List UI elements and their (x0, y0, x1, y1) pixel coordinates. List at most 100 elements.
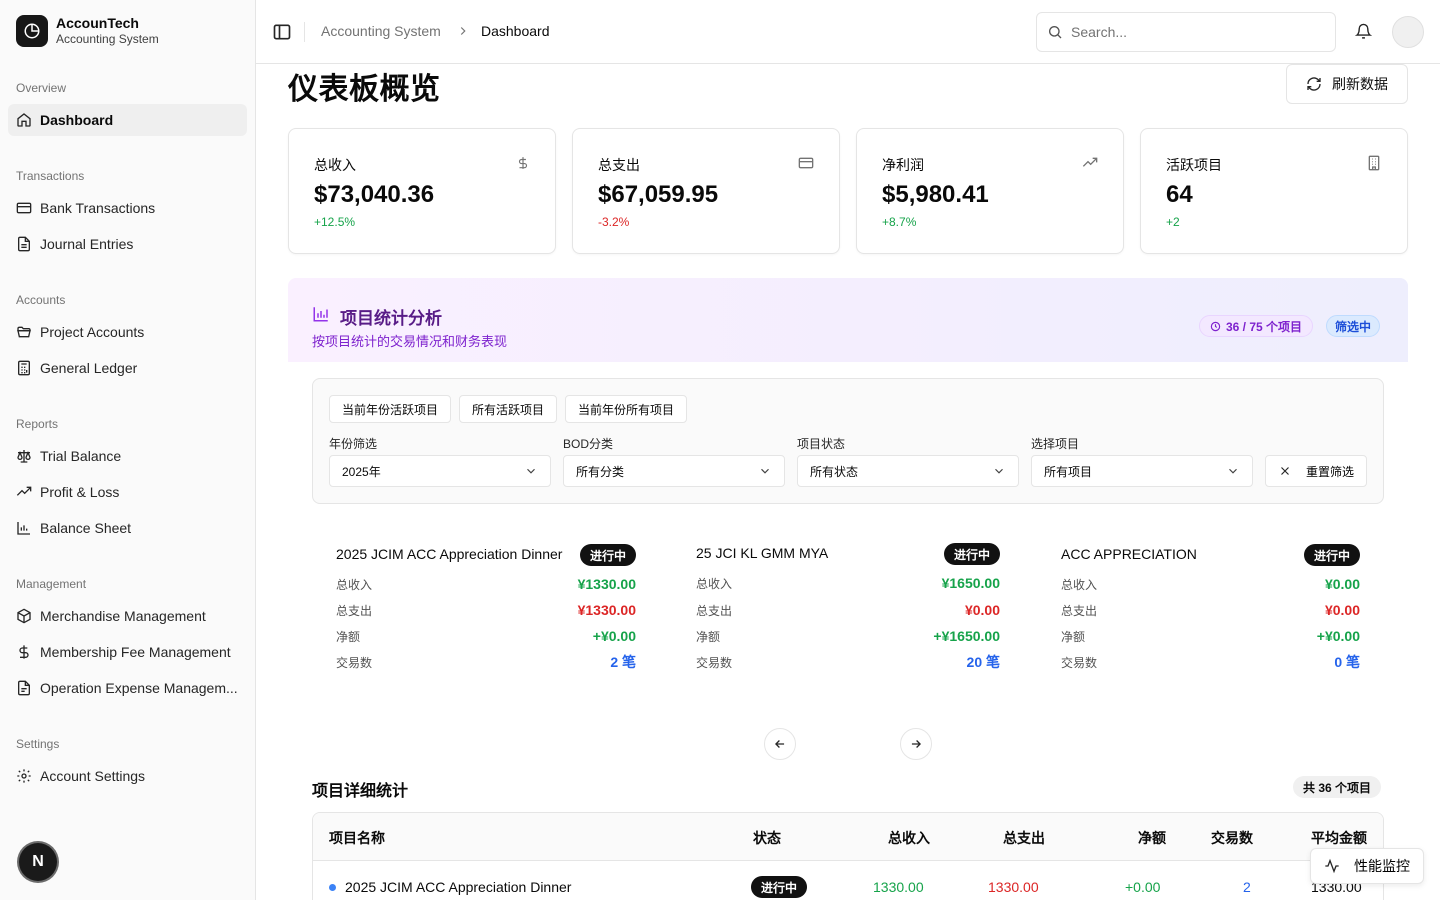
close-icon (1281, 467, 1289, 475)
project-select-value: 所有项目 (1044, 464, 1093, 479)
sidebar-item-balance-sheet[interactable]: Balance Sheet (8, 512, 247, 544)
carousel-next-button[interactable] (900, 728, 932, 760)
bar-chart-icon (313, 307, 328, 322)
year-select[interactable]: 2025年 (329, 455, 551, 487)
carousel-prev-button[interactable] (764, 728, 796, 760)
analysis-subtitle: 按项目统计的交易情况和财务表现 (312, 334, 508, 349)
column-header-status[interactable]: 状态 (753, 828, 781, 848)
stat-card-expense: 总支出 $67,059.95 -3.2% (572, 128, 840, 254)
column-header-avg[interactable]: 平均金额 (1311, 828, 1367, 848)
row-net: +0.00 (1125, 879, 1161, 895)
refresh-label: 刷新数据 (1332, 76, 1388, 92)
project-filter-label: 选择项目 (1031, 437, 1080, 451)
brand[interactable]: AccounTech Accounting System (16, 15, 159, 47)
project-card-name: ACC APPRECIATION (1061, 546, 1197, 562)
net-value: +¥1650.00 (933, 628, 1000, 644)
sidebar-item-label: Balance Sheet (40, 520, 132, 536)
divider (304, 22, 305, 42)
breadcrumb-accounting-system[interactable]: Accounting System (321, 23, 441, 39)
net-label: 净额 (336, 629, 361, 644)
gear-icon (17, 769, 31, 783)
user-avatar[interactable]: N (19, 843, 57, 881)
column-header-name[interactable]: 项目名称 (329, 828, 385, 848)
arrow-left-icon (775, 740, 785, 748)
refresh-button[interactable]: 刷新数据 (1286, 64, 1408, 104)
sidebar-item-merchandise[interactable]: Merchandise Management (8, 600, 247, 632)
stat-value: 64 (1166, 181, 1193, 208)
nav-group-settings: Settings (16, 737, 60, 751)
performance-monitor-button[interactable]: 性能监控 (1310, 848, 1424, 884)
scale-icon (17, 450, 31, 463)
expense-value: ¥0.00 (1324, 602, 1360, 618)
column-header-expense[interactable]: 总支出 (1003, 828, 1045, 848)
row-expense: 1330.00 (988, 879, 1039, 895)
main-content: 仪表板概览 刷新数据 总收入 $73,040.36 +12.5% 总支出 $67… (256, 64, 1440, 900)
count-value: 0 笔 (1334, 654, 1360, 670)
project-card[interactable]: 2025 JCIM ACC Appreciation Dinner 进行中 总收… (312, 520, 660, 712)
reset-filter-button[interactable]: 重置筛选 (1265, 455, 1367, 487)
expense-value: ¥0.00 (964, 602, 1000, 618)
sidebar-item-dashboard[interactable]: Dashboard (8, 104, 247, 136)
stat-change: +8.7% (882, 215, 917, 229)
refresh-icon (1307, 77, 1321, 91)
search-input[interactable] (1071, 24, 1311, 40)
clock-icon (1210, 321, 1221, 331)
breadcrumb-dashboard: Dashboard (481, 23, 550, 39)
sidebar-toggle-icon[interactable] (272, 22, 292, 42)
filter-active-badge: 筛选中 (1326, 315, 1381, 337)
sidebar-item-general-ledger[interactable]: General Ledger (8, 352, 247, 384)
sidebar-item-project-accounts[interactable]: Project Accounts (8, 316, 247, 348)
sidebar-item-account-settings[interactable]: Account Settings (8, 760, 247, 792)
status-badge: 进行中 (579, 544, 636, 566)
sidebar-item-trial-balance[interactable]: Trial Balance (8, 440, 247, 472)
sidebar-item-membership-fee[interactable]: Membership Fee Management (8, 636, 247, 668)
project-analysis-header: 项目统计分析 按项目统计的交易情况和财务表现 36 / 75 个项目 筛选中 (288, 278, 1408, 362)
stat-card-profit: 净利润 $5,980.41 +8.7% (856, 128, 1124, 254)
brand-subtitle: Accounting System (56, 32, 159, 46)
column-header-count[interactable]: 交易数 (1211, 828, 1253, 848)
sidebar-item-label: Operation Expense Managem... (40, 680, 238, 696)
project-select[interactable]: 所有项目 (1031, 455, 1253, 487)
sidebar-item-journal-entries[interactable]: Journal Entries (8, 228, 247, 260)
status-badge: 进行中 (1303, 544, 1360, 566)
year-select-value: 2025年 (342, 464, 381, 479)
sidebar-item-label: General Ledger (40, 360, 138, 376)
quick-filter-all-active[interactable]: 所有活跃项目 (459, 395, 558, 423)
nav-group-reports: Reports (16, 417, 59, 431)
sidebar-item-profit-loss[interactable]: Profit & Loss (8, 476, 247, 508)
chevron-down-icon (527, 468, 535, 474)
stat-label: 活跃项目 (1166, 157, 1222, 173)
calculator-icon (18, 360, 30, 376)
row-count: 2 (1243, 879, 1251, 895)
sidebar-item-operation-expense[interactable]: Operation Expense Managem... (8, 672, 247, 704)
chevron-down-icon (1229, 468, 1237, 474)
row-project-name: 2025 JCIM ACC Appreciation Dinner (345, 879, 572, 895)
column-header-net[interactable]: 净额 (1138, 828, 1166, 848)
expense-label: 总支出 (1061, 603, 1098, 618)
stat-change: +2 (1166, 215, 1180, 229)
income-label: 总收入 (696, 576, 733, 591)
row-income: 1330.00 (873, 879, 924, 895)
bell-icon[interactable] (1355, 23, 1372, 40)
income-label: 总收入 (336, 577, 373, 592)
sidebar-item-label: Project Accounts (40, 324, 145, 340)
column-header-income[interactable]: 总收入 (888, 828, 930, 848)
project-count-text: 36 / 75 个项目 (1226, 319, 1303, 334)
sidebar-item-bank-transactions[interactable]: Bank Transactions (8, 192, 247, 224)
quick-filter-current-year-active[interactable]: 当前年份活跃项目 (329, 395, 452, 423)
sidebar-item-label: Trial Balance (40, 448, 122, 464)
income-value: ¥0.00 (1324, 576, 1360, 592)
project-card[interactable]: 25 JCI KL GMM MYA 进行中 总收入 ¥1650.00 总支出 ¥0.… (672, 520, 1024, 712)
filter-panel: 当前年份活跃项目 所有活跃项目 当前年份所有项目 年份筛选 2025年 BOD分… (312, 378, 1384, 504)
search-box[interactable] (1036, 12, 1336, 52)
status-dot (329, 884, 336, 891)
reset-filter-label: 重置筛选 (1305, 464, 1354, 479)
status-select[interactable]: 所有状态 (797, 455, 1019, 487)
bod-select[interactable]: 所有分类 (563, 455, 785, 487)
detail-title: 项目详细统计 (312, 783, 409, 800)
performance-monitor-label: 性能监控 (1354, 858, 1410, 874)
quick-filter-current-year-all[interactable]: 当前年份所有项目 (565, 395, 688, 423)
project-card[interactable]: ACC APPRECIATION 进行中 总收入 ¥0.00 总支出 ¥0.00 净… (1037, 520, 1384, 712)
stat-label: 总收入 (314, 157, 356, 173)
avatar[interactable] (1392, 16, 1424, 48)
